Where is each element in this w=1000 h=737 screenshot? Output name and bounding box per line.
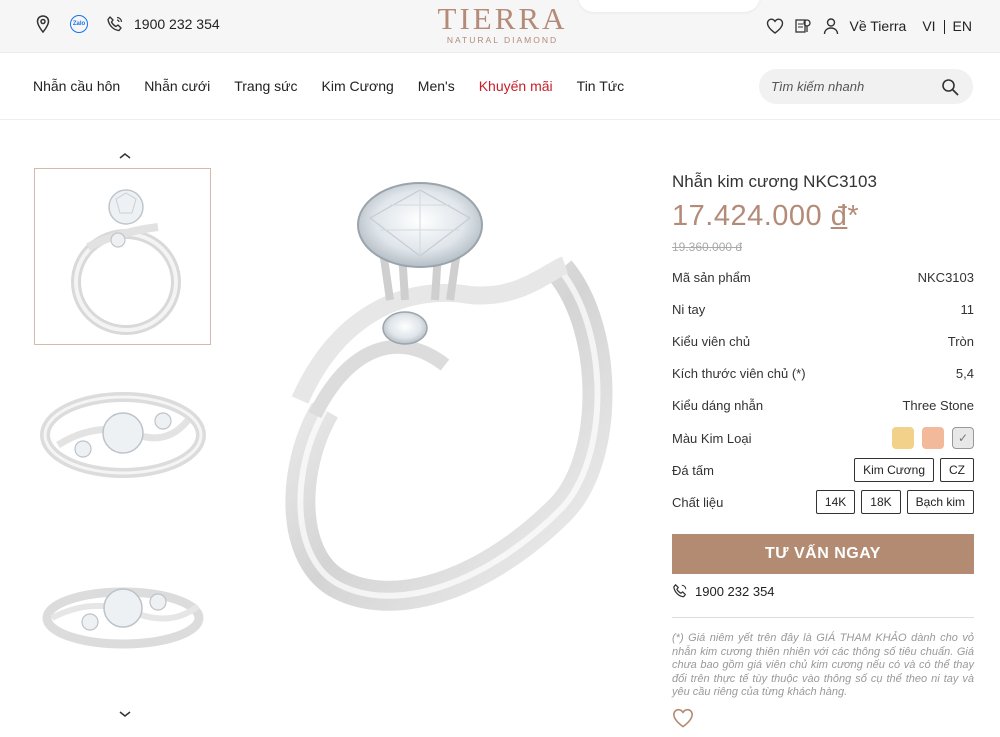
spec-row-sku: Mã sản phẩm NKC3103 (672, 270, 974, 285)
phone-contact[interactable]: 1900 232 354 (672, 583, 775, 599)
side-stone-options: Kim Cương CZ (848, 458, 974, 482)
option-diamond[interactable]: Kim Cương (854, 458, 934, 482)
nav-items: Nhẫn cầu hôn Nhẫn cưới Trang sức Kim Cươ… (33, 78, 648, 94)
thumb-up-arrow-icon[interactable] (117, 148, 133, 159)
spec-row-center-stone-size: Kích thước viên chủ (*) 5,4 (672, 366, 974, 381)
search-box (759, 69, 973, 104)
spec-row-side-stone: Đá tấm Kim Cương CZ (672, 458, 974, 482)
nav-item-mens[interactable]: Men's (418, 78, 455, 94)
location-pin-icon[interactable] (34, 15, 52, 33)
wishlist-heart-icon[interactable] (672, 708, 694, 730)
lang-vi[interactable]: VI (922, 18, 935, 34)
top-bar: Zalo 1900 232 354 TIERRA NATURAL DIAMOND… (0, 0, 1000, 53)
divider (672, 617, 974, 618)
price-mark: * (847, 200, 860, 232)
swatch-white-gold[interactable]: ✓ (952, 427, 974, 449)
ring-thumbnail-image (42, 587, 203, 648)
lang-switch: VI EN (922, 18, 972, 35)
spec-label: Chất liệu (672, 494, 724, 510)
old-price: 19.360.000 đ (672, 240, 743, 254)
phone-number: 1900 232 354 (695, 583, 775, 599)
product-price: 17.424.000 đ* (672, 200, 859, 233)
thumbnail-1[interactable] (34, 168, 211, 345)
lang-en[interactable]: EN (953, 18, 972, 34)
nav-item-jewelry[interactable]: Trang sức (234, 78, 297, 94)
price-note: (*) Giá niêm yết trên đây là GIÁ THAM KH… (672, 632, 974, 699)
main-product-image (230, 160, 650, 630)
material-options: 14K 18K Bạch kim (810, 490, 974, 514)
thumbnail-2[interactable] (34, 346, 211, 523)
nav-item-wedding-rings[interactable]: Nhẫn cưới (144, 78, 210, 94)
spec-value: Three Stone (902, 398, 974, 413)
swatch-yellow-gold[interactable] (892, 427, 914, 449)
ring-main-image (285, 182, 613, 611)
option-platinum[interactable]: Bạch kim (906, 490, 974, 514)
thumb-down-arrow-icon[interactable] (117, 706, 133, 717)
spec-value[interactable]: 5,4 (956, 366, 974, 381)
logo[interactable]: TIERRA NATURAL DIAMOND (430, 1, 575, 46)
spec-label: Mã sản phẩm (672, 270, 751, 285)
swatch-rose-gold[interactable] (922, 427, 944, 449)
zalo-icon[interactable]: Zalo (70, 15, 88, 33)
main-nav: Nhẫn cầu hôn Nhẫn cưới Trang sức Kim Cươ… (0, 53, 1000, 120)
spec-label: Màu Kim Loại (672, 430, 752, 446)
check-icon: ✓ (957, 431, 969, 445)
spec-label: Đá tấm (672, 462, 714, 478)
top-pill (578, 0, 760, 12)
spec-value: NKC3103 (917, 270, 974, 285)
heart-icon[interactable] (766, 17, 784, 35)
spec-label: Ni tay (672, 302, 706, 317)
spec-value[interactable]: Tròn (948, 334, 974, 349)
phone-icon (672, 583, 688, 599)
product-title: Nhẫn kim cương NKC3103 (672, 172, 877, 191)
zalo-label: Zalo (70, 15, 88, 33)
spec-row-center-stone-shape: Kiểu viên chủ Tròn (672, 334, 974, 349)
spec-row-ring-style: Kiểu dáng nhẫn Three Stone (672, 398, 974, 413)
nav-item-promotions[interactable]: Khuyến mãi (479, 78, 553, 94)
nav-item-news[interactable]: Tin Tức (577, 78, 625, 94)
consult-now-button[interactable]: TƯ VẤN NGAY (672, 534, 974, 574)
metal-swatches: ✓ (884, 427, 974, 449)
lang-divider (943, 20, 945, 35)
spec-value[interactable]: 11 (961, 302, 975, 317)
logo-main: TIERRA (437, 1, 568, 36)
ring-thumbnail-image (70, 188, 181, 335)
nav-item-proposal-rings[interactable]: Nhẫn cầu hôn (33, 78, 120, 94)
spec-label: Kiểu viên chủ (672, 334, 751, 349)
search-icon[interactable] (941, 78, 959, 96)
thumbnail-3[interactable] (34, 522, 211, 699)
option-14k[interactable]: 14K (815, 490, 856, 514)
top-right-group: Về Tierra VI EN (756, 17, 972, 35)
option-cz[interactable]: CZ (940, 458, 974, 482)
spec-row-ring-size: Ni tay 11 (672, 302, 974, 317)
logo-sub: NATURAL DIAMOND (446, 35, 559, 45)
price-value: 17.424.000 (672, 200, 823, 232)
spec-label: Kiểu dáng nhẫn (672, 398, 764, 413)
user-icon[interactable] (822, 17, 840, 35)
top-left-group: Zalo 1900 232 354 (34, 15, 220, 33)
spec-row-material: Chất liệu 14K 18K Bạch kim (672, 490, 974, 514)
spec-row-metal-color: Màu Kim Loại ✓ (672, 427, 974, 449)
about-link[interactable]: Về Tierra (850, 18, 907, 34)
store-locator-icon[interactable] (794, 17, 812, 35)
nav-item-diamond[interactable]: Kim Cương (322, 78, 394, 94)
phone-icon (106, 15, 124, 33)
spec-label: Kích thước viên chủ (*) (672, 366, 806, 381)
search-input[interactable] (771, 79, 931, 94)
ring-thumbnail-image (39, 391, 206, 478)
option-18k[interactable]: 18K (861, 490, 901, 514)
price-currency: đ (830, 200, 848, 232)
hotline-top[interactable]: 1900 232 354 (134, 16, 220, 32)
